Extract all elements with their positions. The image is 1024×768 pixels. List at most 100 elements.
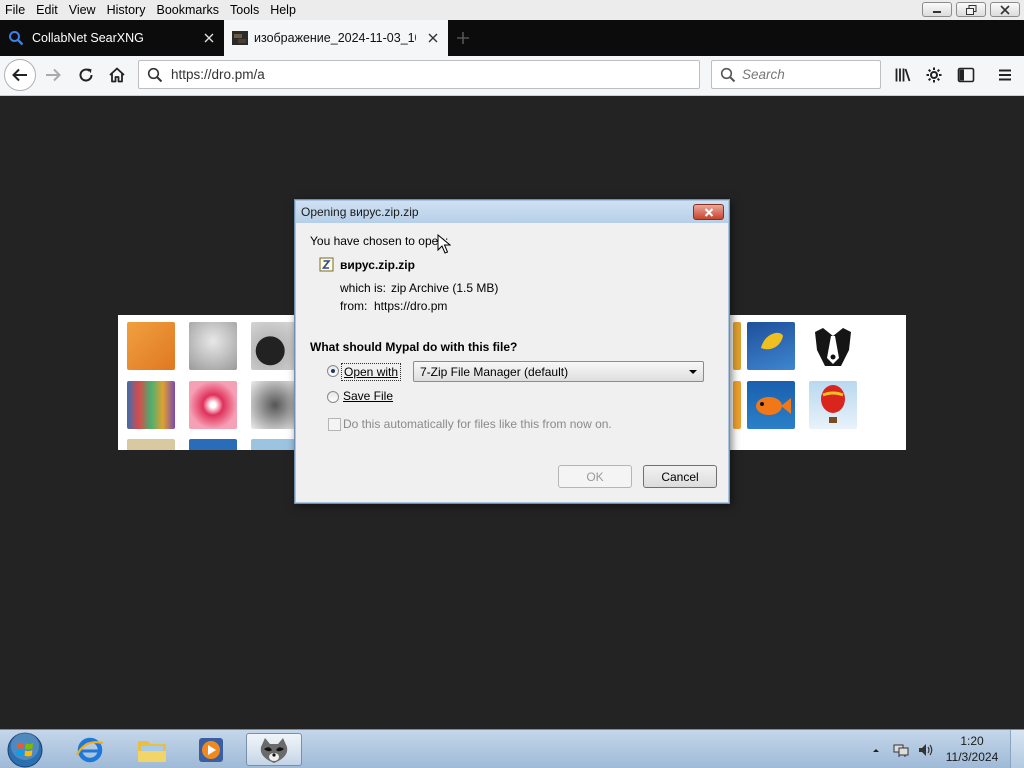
chevron-up-icon[interactable] — [871, 745, 881, 755]
search-icon — [147, 67, 163, 83]
tab-collabnet-searxng[interactable]: CollabNet SearXNG — [0, 20, 224, 56]
leaf-icon — [761, 332, 783, 350]
windows-logo-icon — [7, 732, 43, 768]
mypal-raccoon-icon — [260, 737, 288, 763]
taskbar-media-player-button[interactable] — [183, 733, 239, 766]
dialog-close-button[interactable] — [693, 204, 724, 220]
minimize-icon — [933, 10, 941, 13]
tab-label: CollabNet SearXNG — [32, 31, 144, 45]
gear-icon — [926, 67, 942, 83]
arrow-left-icon — [12, 68, 27, 82]
clock-date: 11/3/2024 — [945, 750, 999, 764]
open-with-radio[interactable] — [327, 365, 339, 377]
url-text: https://dro.pm/a — [171, 67, 265, 82]
gallery-thumbnail[interactable] — [733, 381, 741, 429]
leaf-thumbnail[interactable] — [747, 322, 795, 370]
taskbar: 1:20 11/3/2024 — [0, 729, 1024, 768]
network-icon[interactable] — [893, 742, 911, 758]
reload-icon — [79, 68, 93, 82]
search-icon — [720, 67, 736, 83]
menu-help[interactable]: Help — [264, 1, 301, 19]
searxng-search-icon — [9, 31, 24, 46]
save-file-radio[interactable] — [327, 391, 339, 403]
crayons-thumbnail[interactable] — [127, 381, 175, 429]
sidebar-icon — [957, 67, 975, 83]
tab-close-button[interactable] — [426, 31, 440, 45]
folder-icon — [138, 740, 166, 762]
tab-strip: CollabNet SearXNG изображение_2024-11-03… — [0, 20, 1024, 56]
menu-edit[interactable]: Edit — [30, 1, 63, 19]
balloon-thumbnail[interactable] — [809, 381, 857, 429]
volume-icon[interactable] — [917, 742, 935, 758]
tab-image[interactable]: изображение_2024-11-03_103 — [224, 20, 448, 56]
close-window-button[interactable] — [990, 2, 1020, 17]
gallery-thumbnail[interactable] — [733, 322, 741, 370]
sidebar-button[interactable] — [951, 60, 981, 90]
starfish-thumbnail[interactable] — [127, 322, 175, 370]
which-is-value: zip Archive (1.5 MB) — [391, 281, 499, 295]
from-label: from: — [340, 299, 368, 313]
menu-history[interactable]: History — [101, 1, 151, 19]
menu-button[interactable] — [990, 60, 1020, 90]
reload-button[interactable] — [71, 60, 101, 90]
restore-button[interactable] — [956, 2, 986, 17]
taskbar-mypal-button[interactable] — [246, 733, 302, 766]
menu-view[interactable]: View — [63, 1, 101, 19]
dog-icon — [815, 328, 851, 366]
balloon-icon — [821, 385, 845, 423]
auto-checkbox[interactable] — [328, 418, 341, 431]
auto-checkbox-label: Do this automatically for files like thi… — [343, 417, 612, 431]
minimize-button[interactable] — [922, 2, 952, 17]
robot-thumbnail[interactable] — [189, 322, 237, 370]
open-with-label[interactable]: Open with — [341, 363, 402, 381]
dialog-question: What should Mypal do with this file? — [310, 340, 518, 354]
flower-thumbnail[interactable] — [189, 381, 237, 429]
close-icon — [1000, 4, 1010, 15]
gallery-thumbnail[interactable] — [251, 439, 299, 450]
download-dialog: Opening вирус.zip.zip You have chosen to… — [294, 199, 730, 504]
dialog-intro: You have chosen to open: — [310, 234, 449, 248]
dialog-title: Opening вирус.zip.zip — [301, 205, 419, 219]
fish-thumbnail[interactable] — [747, 381, 795, 429]
menu-bar: File Edit View History Bookmarks Tools H… — [0, 0, 1024, 20]
search-bar[interactable]: Search — [711, 60, 881, 89]
taskbar-explorer-button[interactable] — [124, 733, 180, 766]
system-tray — [868, 730, 935, 768]
library-button[interactable] — [888, 60, 918, 90]
library-icon — [895, 68, 911, 82]
url-bar[interactable]: https://dro.pm/a — [138, 60, 700, 89]
close-icon — [704, 207, 713, 217]
forward-button[interactable] — [38, 60, 68, 90]
gallery-thumbnail[interactable] — [189, 439, 237, 450]
home-button[interactable] — [102, 60, 132, 90]
back-button[interactable] — [4, 59, 36, 91]
menu-tools[interactable]: Tools — [224, 1, 264, 19]
open-with-select[interactable]: 7-Zip File Manager (default) — [413, 361, 704, 382]
open-with-value: 7-Zip File Manager (default) — [420, 364, 569, 379]
dialog-titlebar[interactable]: Opening вирус.zip.zip — [296, 201, 728, 223]
home-icon — [109, 67, 125, 83]
dialog-filename: вирус.zip.zip — [340, 258, 415, 272]
settings-button[interactable] — [919, 60, 949, 90]
ok-button[interactable]: OK — [558, 465, 632, 488]
start-button[interactable] — [6, 731, 44, 768]
turntable-thumbnail[interactable] — [251, 322, 299, 370]
new-tab-button[interactable] — [454, 29, 472, 47]
navigation-bar: https://dro.pm/a Search — [0, 56, 1024, 96]
dog-thumbnail[interactable] — [809, 322, 857, 370]
menu-file[interactable]: File — [0, 1, 30, 19]
taskbar-ie-button[interactable] — [62, 733, 118, 766]
tab-close-button[interactable] — [202, 31, 216, 45]
gallery-thumbnail[interactable] — [127, 439, 175, 450]
media-player-icon — [199, 737, 223, 762]
image-thumbnail-icon — [232, 31, 248, 45]
cancel-button[interactable]: Cancel — [643, 465, 717, 488]
save-file-label[interactable]: Save File — [343, 389, 393, 403]
jacks-thumbnail[interactable] — [251, 381, 299, 429]
close-icon — [204, 33, 214, 43]
show-desktop-button[interactable] — [1010, 730, 1024, 768]
plus-icon — [457, 32, 469, 44]
clock[interactable]: 1:20 11/3/2024 — [942, 733, 1002, 765]
from-value: https://dro.pm — [374, 299, 448, 313]
menu-bookmarks[interactable]: Bookmarks — [150, 1, 224, 19]
